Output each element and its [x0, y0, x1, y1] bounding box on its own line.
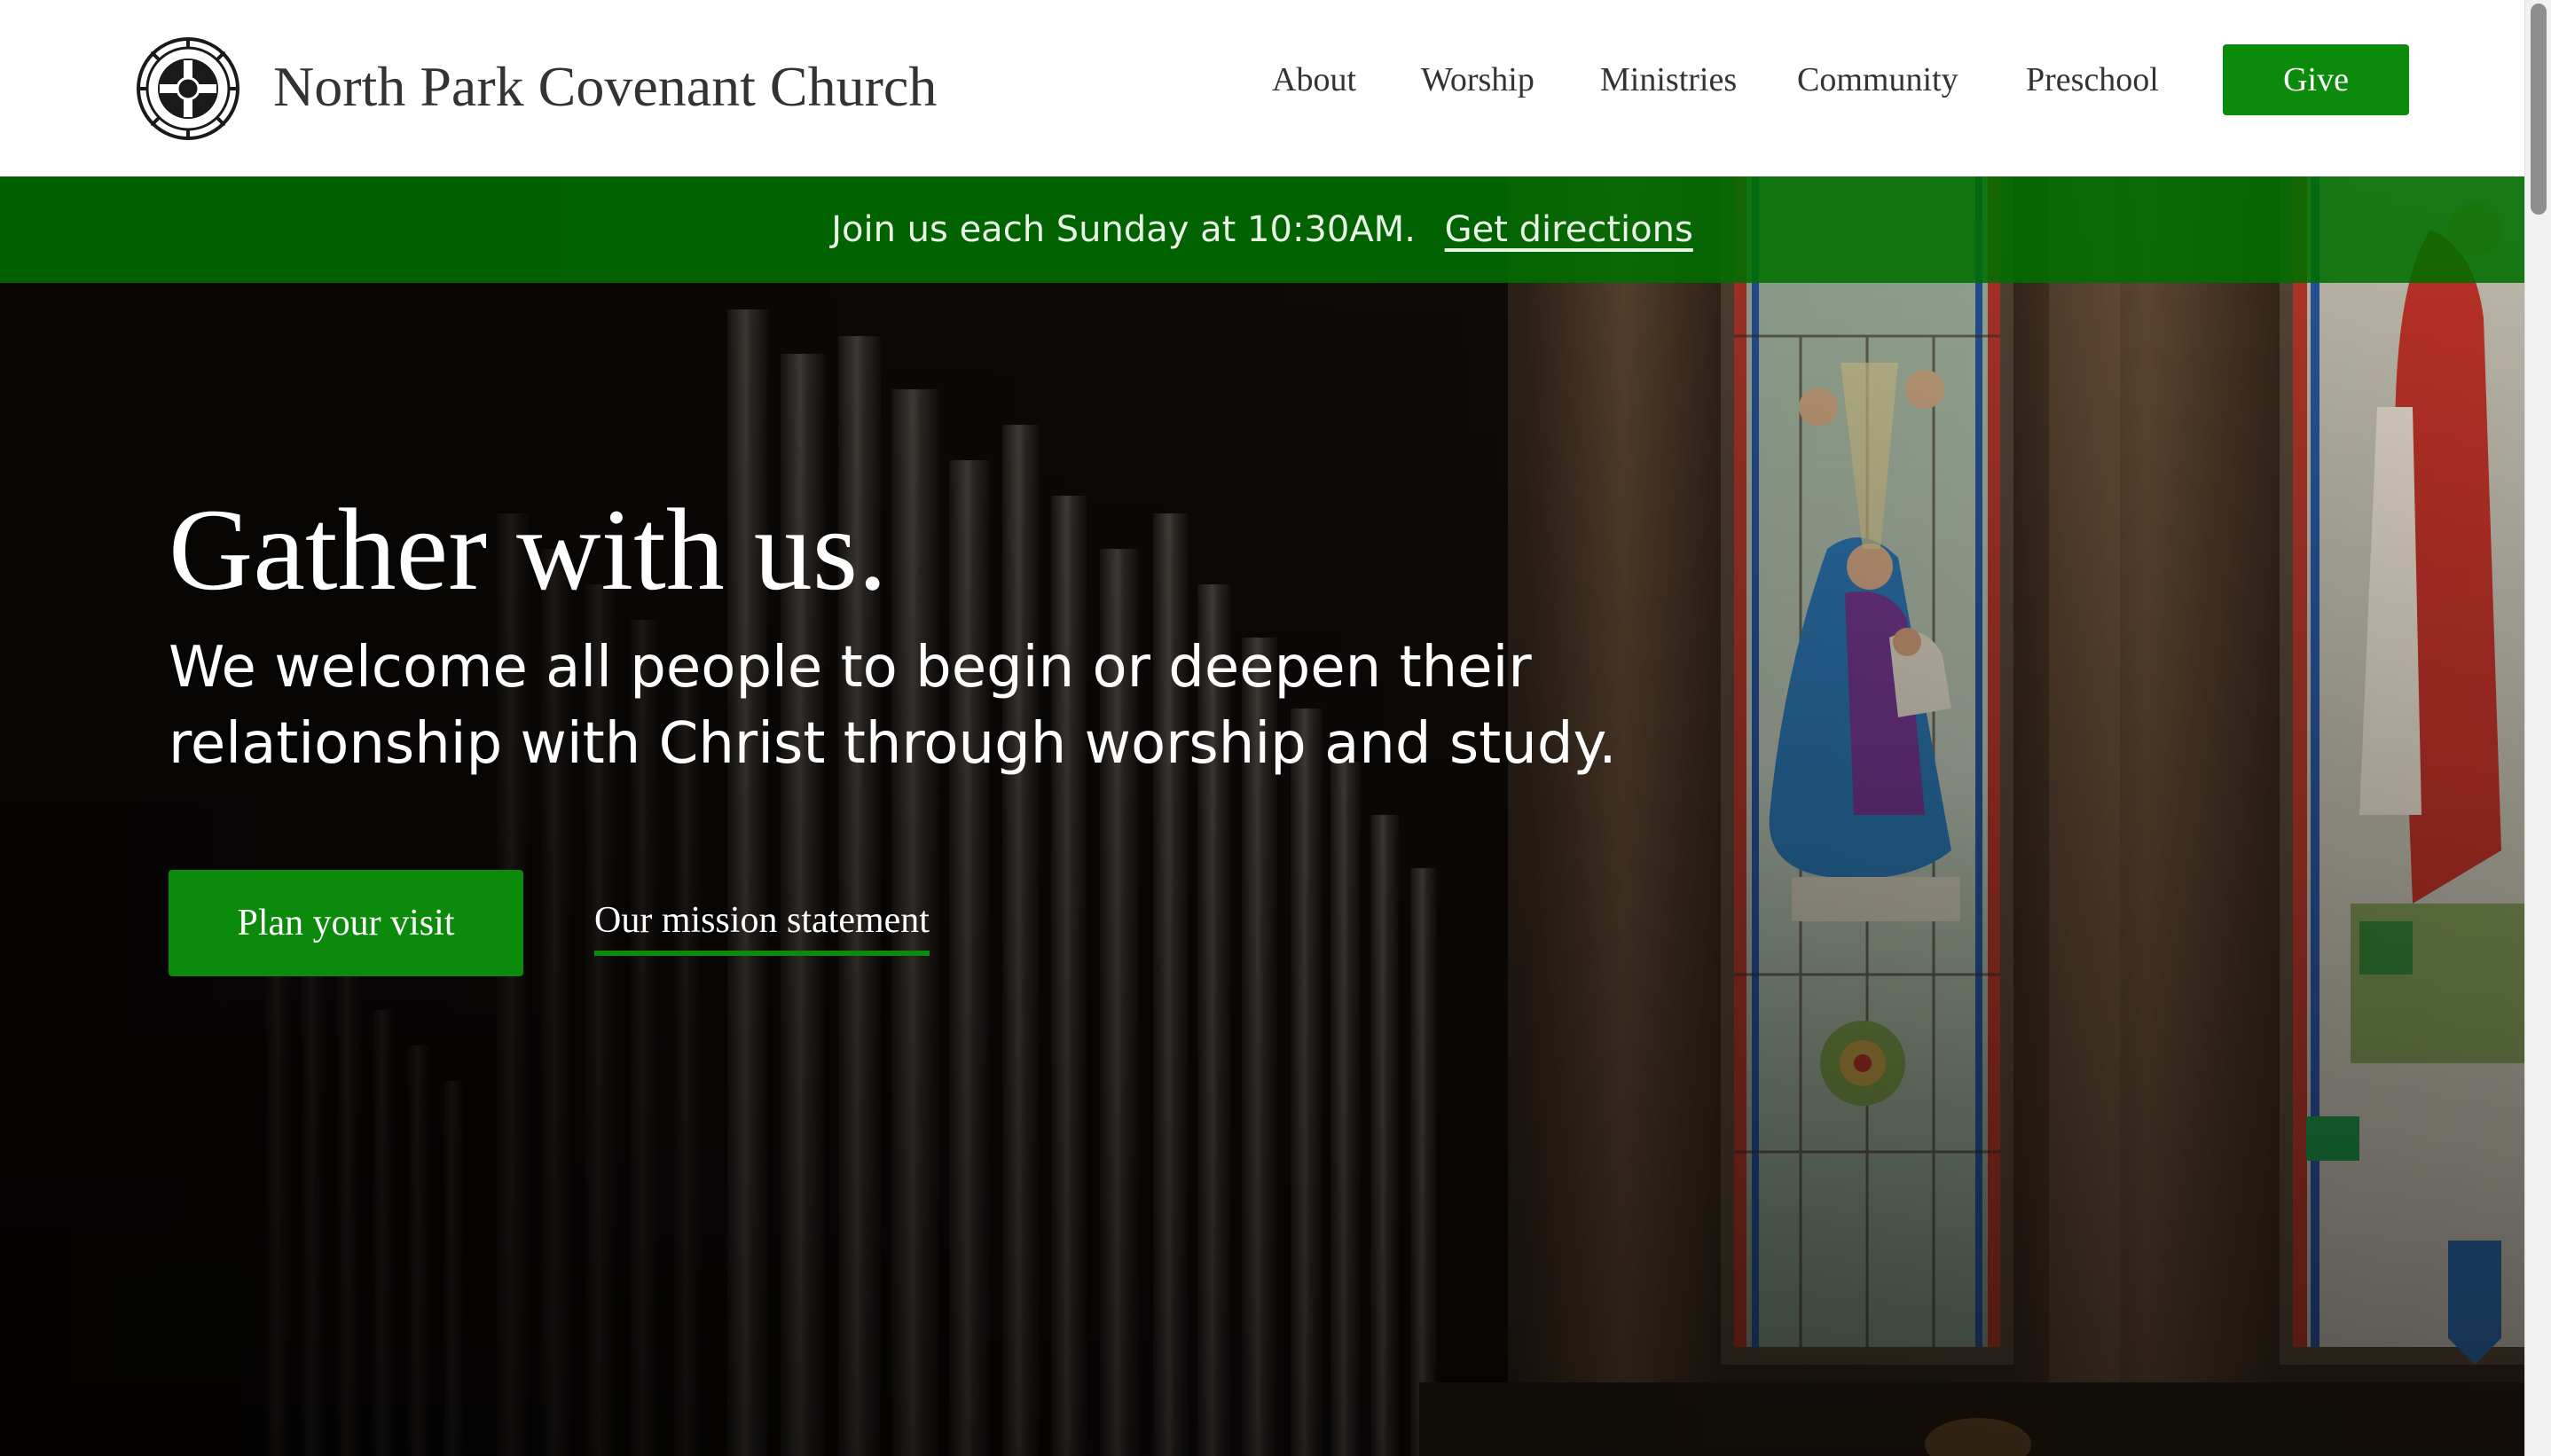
- hero-section: [0, 176, 2524, 1456]
- nav-community[interactable]: Community: [1797, 44, 1958, 115]
- site-header: North Park Covenant Church About Worship…: [0, 0, 2524, 176]
- page-scrollbar[interactable]: [2524, 0, 2551, 1456]
- hero-title: Gather with us.: [169, 484, 888, 614]
- nav-about[interactable]: About: [1272, 44, 1356, 115]
- hero-overlay: [0, 176, 2524, 1456]
- scrollbar-thumb[interactable]: [2531, 4, 2547, 215]
- mission-statement-link[interactable]: Our mission statement: [594, 896, 930, 956]
- church-logo-icon[interactable]: [135, 35, 241, 142]
- hero-subtitle: We welcome all people to begin or deepen…: [169, 635, 1617, 777]
- announcement-bar: Join us each Sunday at 10:30AM. Get dire…: [0, 176, 2524, 283]
- plan-your-visit-button[interactable]: Plan your visit: [169, 870, 523, 976]
- get-directions-link[interactable]: Get directions: [1445, 209, 1693, 250]
- page: North Park Covenant Church About Worship…: [0, 0, 2551, 1456]
- site-title[interactable]: North Park Covenant Church: [273, 51, 937, 122]
- nav-ministries[interactable]: Ministries: [1600, 44, 1737, 115]
- give-button[interactable]: Give: [2223, 44, 2409, 115]
- nav-worship[interactable]: Worship: [1421, 44, 1535, 115]
- nav-preschool[interactable]: Preschool: [2026, 44, 2159, 115]
- announcement-text: Join us each Sunday at 10:30AM.: [831, 209, 1416, 250]
